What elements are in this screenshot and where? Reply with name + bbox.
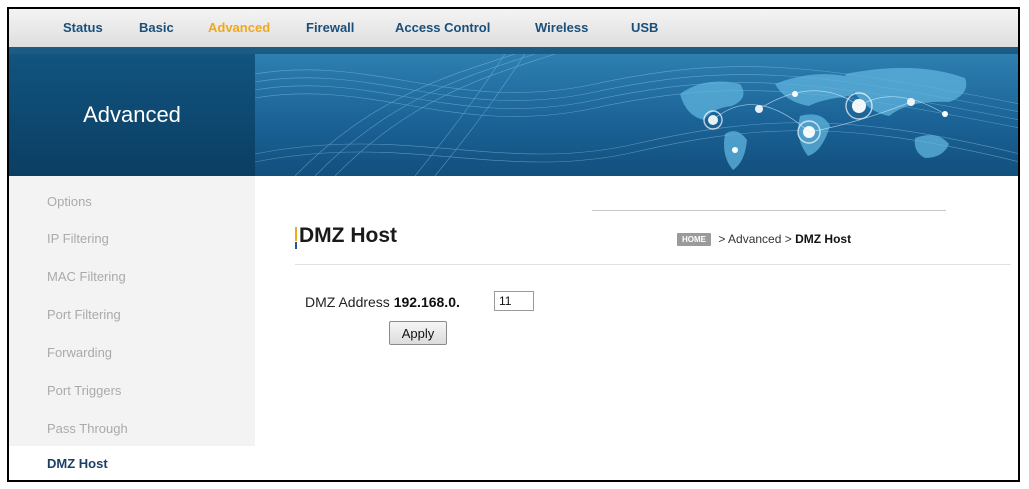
home-icon[interactable]: HOME: [677, 233, 711, 246]
sidebar-item-port-filtering[interactable]: Port Filtering: [47, 307, 121, 322]
breadcrumb: HOME > Advanced > DMZ Host: [677, 232, 851, 246]
nav-firewall[interactable]: Firewall: [306, 20, 354, 35]
nav-status[interactable]: Status: [63, 20, 103, 35]
top-navigation: Status Basic Advanced Firewall Access Co…: [9, 9, 1018, 47]
nav-basic[interactable]: Basic: [139, 20, 174, 35]
title-accent-bar: [295, 227, 297, 249]
nav-advanced[interactable]: Advanced: [208, 20, 270, 35]
nav-usb[interactable]: USB: [631, 20, 658, 35]
breadcrumb-section[interactable]: Advanced: [728, 232, 781, 246]
nav-wireless[interactable]: Wireless: [535, 20, 588, 35]
dmz-address-prefix: 192.168.0.: [393, 294, 460, 310]
dmz-address-text: DMZ Address: [305, 294, 390, 310]
page-title: DMZ Host: [299, 224, 397, 247]
sidebar-item-forwarding[interactable]: Forwarding: [47, 345, 112, 360]
nav-underline: [9, 47, 1018, 54]
nav-access-control[interactable]: Access Control: [395, 20, 490, 35]
apply-button[interactable]: Apply: [389, 321, 447, 345]
breadcrumb-separator: >: [715, 232, 729, 246]
breadcrumb-separator: >: [781, 232, 796, 246]
sidebar-item-mac-filtering[interactable]: MAC Filtering: [47, 269, 126, 284]
sidebar-item-pass-through[interactable]: Pass Through: [47, 421, 128, 436]
sidebar-item-dmz-host[interactable]: DMZ Host: [9, 446, 255, 480]
section-banner-title: Advanced: [83, 102, 181, 127]
sidebar-item-options[interactable]: Options: [47, 194, 92, 209]
sidebar: Options IP Filtering MAC Filtering Port …: [9, 176, 255, 446]
dmz-address-label: DMZ Address 192.168.0.: [305, 294, 460, 310]
dmz-address-input[interactable]: [494, 291, 534, 311]
breadcrumb-current: DMZ Host: [795, 232, 852, 246]
world-map-banner-image: [255, 54, 1018, 176]
sidebar-item-port-triggers[interactable]: Port Triggers: [47, 383, 121, 398]
world-map-graphic: [255, 54, 1018, 176]
header-divider: [592, 210, 946, 211]
content-divider: [295, 264, 1011, 265]
page-frame: Status Basic Advanced Firewall Access Co…: [7, 7, 1020, 482]
sidebar-active-label: DMZ Host: [47, 456, 108, 471]
sidebar-item-ip-filtering[interactable]: IP Filtering: [47, 231, 109, 246]
section-banner: Advanced: [9, 54, 255, 176]
